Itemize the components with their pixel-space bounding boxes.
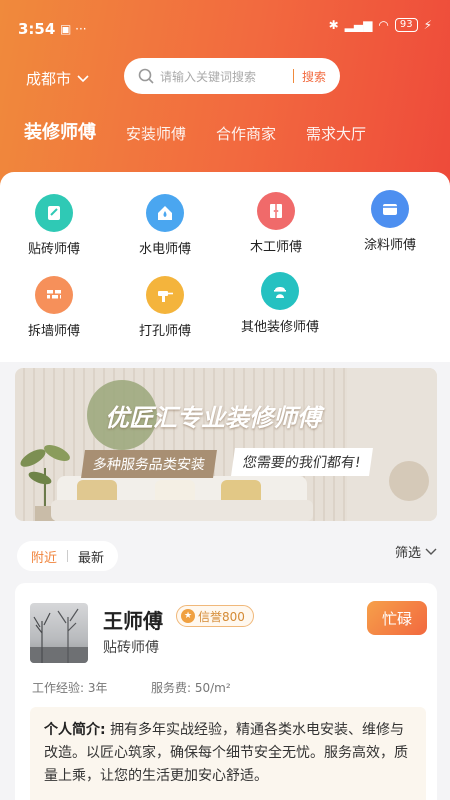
category-drilling[interactable]: 打孔师傅 [115,276,215,339]
category-label: 打孔师傅 [138,324,191,339]
wifi-icon: ◠ [378,18,389,32]
wardrobe-icon [257,192,295,230]
banner-wall [347,368,437,521]
search-icon [138,68,154,84]
battery-icon: 93 [394,18,418,32]
sort-segment: 附近 最新 [17,541,119,571]
category-plumbing[interactable]: 水电师傅 [115,194,215,257]
category-wall-demolition[interactable]: 拆墙师傅 [4,276,104,339]
status-time: 3:54 [18,20,56,38]
search-bar[interactable]: 请输入关键词搜索 搜索 [124,58,340,94]
credit-label: 信誉800 [198,609,245,624]
category-label: 其他装修师傅 [240,320,319,335]
credit-badge: ★ 信誉800 [176,605,254,627]
category-label: 水电师傅 [138,242,191,257]
category-panel: 贴砖师傅 水电师傅 木工师傅 涂料师傅 拆墙师傅 打孔师傅 其他装修师傅 [0,172,450,362]
star-icon: ★ [181,609,195,623]
search-input[interactable]: 请输入关键词搜索 [160,68,293,85]
paint-icon [371,190,409,228]
charging-icon: ⚡ [423,18,432,32]
segment-divider [67,550,69,562]
status-bar: 3:54 ▣ ··· ✱ ▂▄▆ ◠ 93 ⚡ [0,0,450,44]
plumbing-icon [146,194,184,232]
category-carpenter[interactable]: 木工师傅 [226,192,326,255]
status-right: ✱ ▂▄▆ ◠ 93 ⚡ [329,18,432,32]
banner-tag: 多种服务品类安装 [81,450,217,478]
bio-label: 个人简介: [44,722,106,738]
city-label: 成都市 [26,70,72,88]
drill-icon [146,276,184,314]
work-experience: 工作经验: 3年 [32,681,108,695]
tab-installation-worker[interactable]: 安装师傅 [126,123,186,144]
chevron-down-icon [77,74,89,82]
notification-icons: ▣ ··· [60,22,87,36]
sofa-seat [51,500,313,521]
sort-nearby[interactable]: 附近 [31,547,57,566]
search-divider [292,69,294,83]
avatar [30,603,88,663]
banner-tag: 您需要的我们都有! [231,448,373,476]
search-button[interactable]: 搜索 [302,68,326,85]
promo-banner[interactable]: 优匠汇专业装修师傅 多种服务品类安装 您需要的我们都有! [15,368,437,521]
filter-bar: 附近 最新 筛选 [15,538,437,572]
worker-card[interactable]: 王师傅 ★ 信誉800 贴砖师傅 忙碌 工作经验: 3年 服务费: 50/m² … [15,583,437,800]
category-label: 涂料师傅 [363,238,416,253]
city-selector[interactable]: 成都市 [26,68,89,89]
tile-icon [35,194,73,232]
service-fee: 服务费: 50/m² [151,681,231,695]
category-other[interactable]: 其他装修师傅 [230,272,330,335]
worker-bio: 个人简介: 拥有多年实战经验，精通各类水电安装、维修与改造。以匠心筑家，确保每个… [30,707,426,800]
worker-name: 王师傅 [103,609,163,633]
signal-icon: ▂▄▆ [344,18,373,32]
category-label: 拆墙师傅 [27,324,80,339]
banner-title: 优匠汇专业装修师傅 [105,404,321,432]
sort-latest[interactable]: 最新 [78,547,104,566]
tab-demand-hall[interactable]: 需求大厅 [306,123,366,144]
category-painter[interactable]: 涂料师傅 [340,190,440,253]
category-label: 贴砖师傅 [27,242,80,257]
top-tabs: 装修师傅 安装师傅 合作商家 需求大厅 [24,118,396,144]
chevron-down-icon [425,548,437,555]
filter-label: 筛选 [394,546,421,561]
tab-partner-merchant[interactable]: 合作商家 [216,123,276,144]
brick-wall-icon [35,276,73,314]
banner-decoration [389,461,429,501]
category-tile[interactable]: 贴砖师傅 [4,194,104,257]
bluetooth-icon: ✱ [328,18,339,32]
tab-decoration-worker[interactable]: 装修师傅 [24,118,96,144]
filter-button[interactable]: 筛选 [395,542,437,561]
worker-trade: 贴砖师傅 [103,640,159,656]
header: 3:54 ▣ ··· ✱ ▂▄▆ ◠ 93 ⚡ 成都市 请输入关键词搜索 搜索 … [0,0,450,200]
worker-icon [261,272,299,310]
category-label: 木工师傅 [249,240,302,255]
busy-status-button[interactable]: 忙碌 [367,601,427,635]
